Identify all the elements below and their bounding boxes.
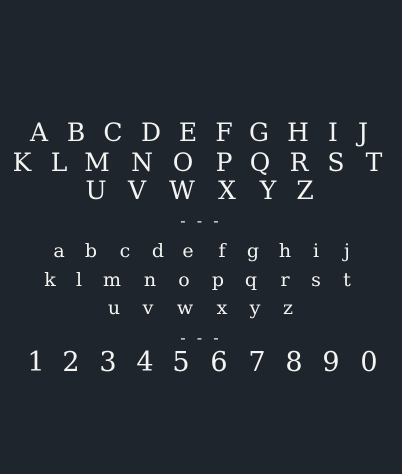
glyph-7: 7 <box>248 347 266 378</box>
separator-dashes: - - - <box>180 211 222 230</box>
glyph-F: F <box>215 118 233 147</box>
lowercase-row-3: uvwxyz <box>0 291 402 325</box>
glyph-v: v <box>142 297 154 319</box>
glyph-u: u <box>107 297 121 319</box>
glyph-W: W <box>169 176 195 205</box>
glyph-I: I <box>328 118 338 147</box>
glyph-D: D <box>140 118 162 147</box>
glyph-V: V <box>127 176 147 205</box>
glyph-y: y <box>249 297 261 319</box>
glyph-J: J <box>357 118 369 147</box>
glyph-4: 4 <box>136 347 154 378</box>
glyph-2: 2 <box>62 347 80 378</box>
glyph-x: x <box>216 297 228 319</box>
glyph-6: 6 <box>210 347 228 378</box>
glyph-5: 5 <box>172 347 190 378</box>
glyph-1: 1 <box>27 347 45 378</box>
glyph-C: C <box>103 118 123 147</box>
glyph-A: A <box>29 118 49 147</box>
glyph-X: X <box>218 176 236 205</box>
glyph-9: 9 <box>322 347 340 378</box>
separator-dashes: - - - <box>180 328 222 347</box>
glyph-B: B <box>66 118 86 147</box>
glyph-H: H <box>287 118 309 147</box>
glyph-Y: Y <box>259 176 277 205</box>
glyph-U: U <box>85 176 107 205</box>
glyph-G: G <box>249 118 269 147</box>
glyph-Z: Z <box>296 176 314 205</box>
glyph-w: w <box>176 297 194 319</box>
glyph-z: z <box>282 297 293 319</box>
digits-row: 1234567890 <box>0 346 402 380</box>
glyph-8: 8 <box>285 347 303 378</box>
glyph-3: 3 <box>99 347 117 378</box>
glyph-E: E <box>178 118 198 147</box>
type-specimen: ABCDEFGHIJ KLMNOPQRST UVWXYZ - - - abcde… <box>0 0 402 474</box>
glyph-0: 0 <box>360 347 378 378</box>
uppercase-row-1: ABCDEFGHIJ <box>0 116 402 150</box>
uppercase-row-3: UVWXYZ <box>0 174 402 208</box>
